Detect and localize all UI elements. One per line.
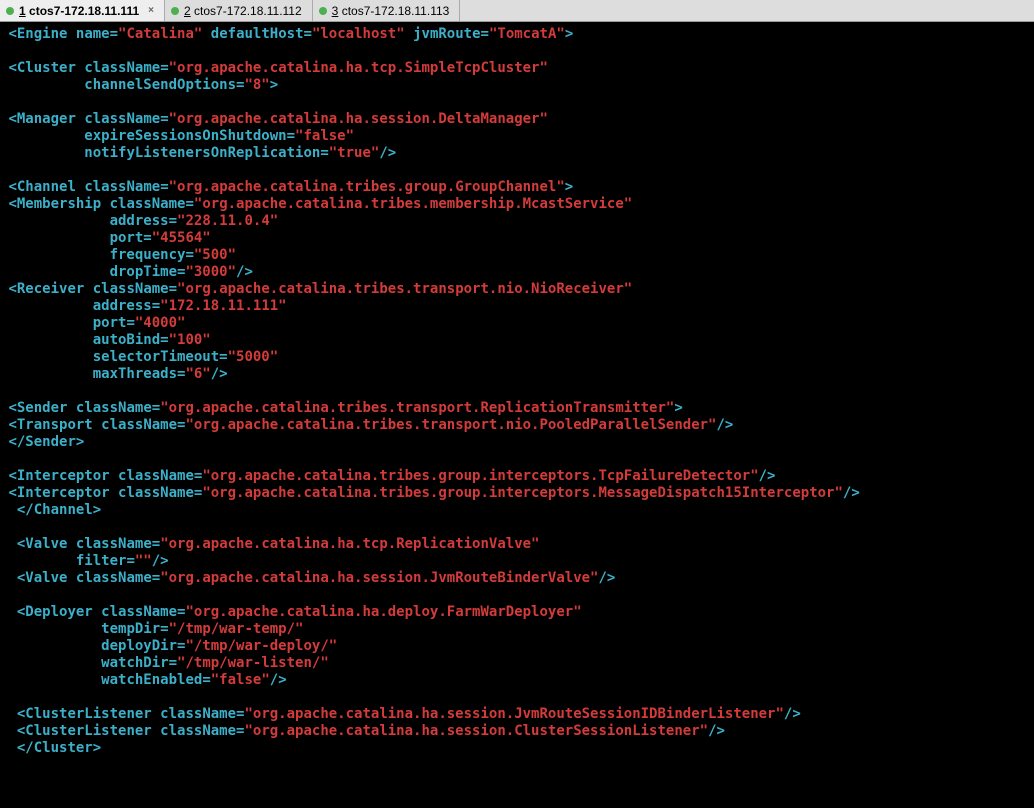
close-icon[interactable]: × bbox=[148, 5, 154, 16]
tab-label: ctos7-172.18.11.111 bbox=[29, 4, 139, 18]
status-dot-icon bbox=[6, 7, 14, 15]
status-dot-icon bbox=[319, 7, 327, 15]
status-dot-icon bbox=[171, 7, 179, 15]
tab-label: ctos7-172.18.11.112 bbox=[194, 4, 302, 18]
tab-2[interactable]: 2 ctos7-172.18.11.112 bbox=[165, 0, 313, 21]
tab-number: 2 bbox=[184, 4, 191, 18]
tab-bar: 1 ctos7-172.18.11.111 × 2 ctos7-172.18.1… bbox=[0, 0, 1034, 22]
code-editor[interactable]: <Engine name="Catalina" defaultHost="loc… bbox=[0, 22, 1034, 757]
tab-label: ctos7-172.18.11.113 bbox=[342, 4, 450, 18]
tab-number: 3 bbox=[332, 4, 339, 18]
tab-number: 1 bbox=[19, 4, 26, 18]
tab-1[interactable]: 1 ctos7-172.18.11.111 × bbox=[0, 0, 165, 21]
tab-3[interactable]: 3 ctos7-172.18.11.113 bbox=[313, 0, 461, 21]
